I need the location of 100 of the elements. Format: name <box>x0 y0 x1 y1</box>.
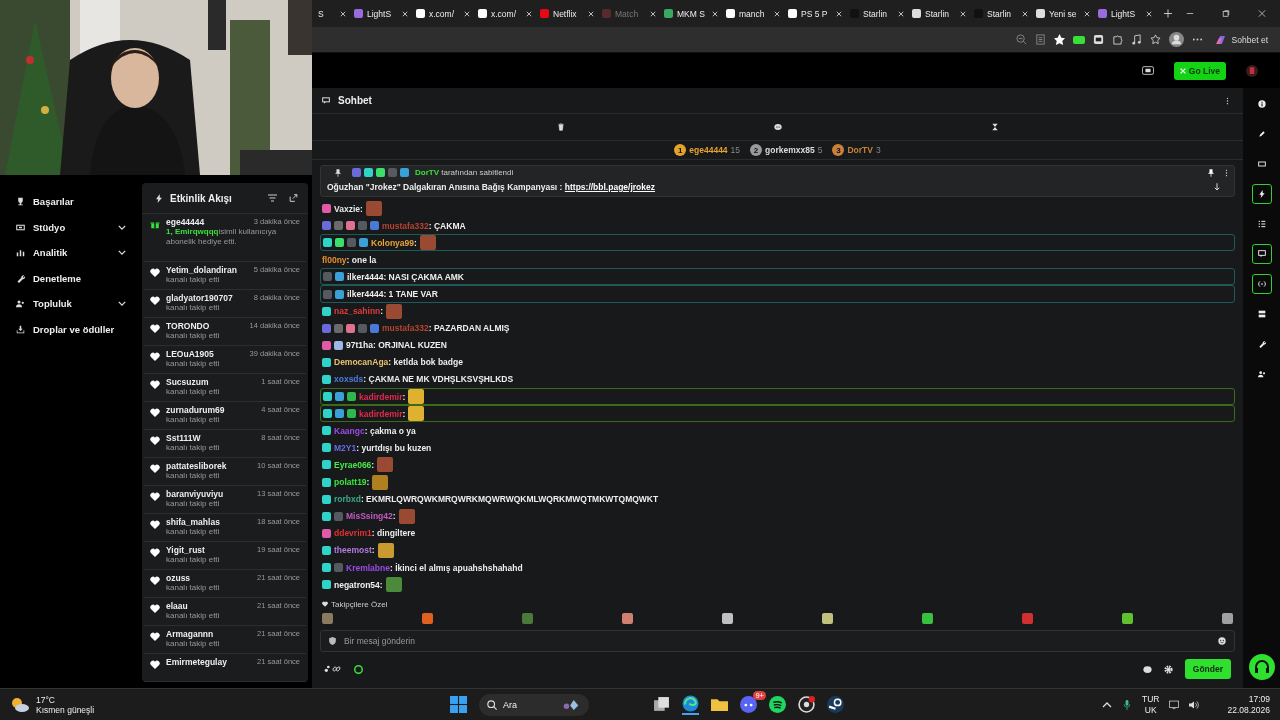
avatar-icon[interactable] <box>1168 32 1184 47</box>
username[interactable]: elaau <box>166 601 188 611</box>
close-icon[interactable] <box>340 10 346 17</box>
close-icon[interactable] <box>1084 10 1090 17</box>
emoji-icon[interactable] <box>1218 637 1226 645</box>
favorites-icon[interactable] <box>1149 34 1161 45</box>
username[interactable]: Sucsuzum <box>166 377 209 387</box>
close-icon[interactable] <box>402 10 408 17</box>
monitor-icon[interactable] <box>1169 699 1180 710</box>
emote-icon[interactable] <box>722 612 733 624</box>
close-icon[interactable] <box>1258 9 1266 18</box>
browser-tab[interactable]: PS 5 P <box>784 2 846 25</box>
close-icon[interactable] <box>712 10 718 17</box>
message-field[interactable]: Bir mesaj gönderin <box>320 630 1235 652</box>
status-icon[interactable] <box>354 664 363 674</box>
folder-icon[interactable] <box>711 696 728 713</box>
username[interactable]: zurnadurum69 <box>166 405 225 415</box>
close-icon[interactable] <box>526 10 532 17</box>
username[interactable]: Kolonya99 <box>371 237 414 248</box>
task-view-icon[interactable] <box>653 696 670 713</box>
username[interactable]: Kremlabne <box>346 562 390 573</box>
browser-tab[interactable]: LightS <box>350 2 412 25</box>
chat-app-icon[interactable] <box>740 696 757 713</box>
username[interactable]: Yetim_dolandiran <box>166 265 237 275</box>
close-icon[interactable] <box>960 10 966 17</box>
weather-icon[interactable] <box>10 696 30 713</box>
username[interactable]: Yigit_rust <box>166 545 205 555</box>
close-icon[interactable] <box>464 10 470 17</box>
link[interactable]: https://bbl.page/jrokez <box>564 182 655 192</box>
username[interactable]: rorbxd <box>334 494 361 505</box>
more-icon[interactable] <box>1226 96 1229 105</box>
clock[interactable]: 17:09 22.08.2026 <box>1227 693 1270 716</box>
close-icon[interactable] <box>836 10 842 17</box>
chat-icon[interactable] <box>1142 664 1152 674</box>
username[interactable]: shifa_mahlas <box>166 517 220 527</box>
volume-icon[interactable] <box>1189 699 1200 710</box>
browser-tab[interactable]: Starlin <box>908 2 970 25</box>
sidebar-button[interactable] <box>1251 274 1272 294</box>
username[interactable]: gorkemxx85 <box>765 145 815 155</box>
username[interactable]: Vaxzie <box>334 203 360 214</box>
emote-icon[interactable] <box>1222 612 1233 624</box>
browser-tab[interactable]: manch <box>722 2 784 25</box>
browser-tab[interactable]: MKM S <box>660 2 722 25</box>
emote-icon[interactable] <box>922 612 933 624</box>
music-icon[interactable] <box>769 696 786 713</box>
username[interactable]: LEOuA1905 <box>166 349 214 359</box>
popout-icon[interactable] <box>289 194 298 202</box>
nav-item[interactable]: Droplar ve ödüller <box>16 316 140 342</box>
microphone-icon[interactable] <box>1121 699 1132 710</box>
studio-icon[interactable] <box>1141 66 1154 75</box>
emote-icon[interactable] <box>322 612 333 624</box>
copilot-button[interactable]: Sohbet et <box>1210 33 1272 46</box>
pin-icon[interactable] <box>1208 168 1214 177</box>
emote-icon[interactable] <box>822 612 833 624</box>
username[interactable]: Emirmetegulay <box>166 657 227 667</box>
close-icon[interactable] <box>1022 10 1028 17</box>
username[interactable]: Kaangc <box>334 425 365 436</box>
browser-tab[interactable]: LightS <box>1094 2 1156 25</box>
username[interactable]: ozuss <box>166 573 191 583</box>
emote-icon[interactable] <box>422 612 433 624</box>
search-field[interactable]: Ara <box>479 693 589 716</box>
new-tab-icon[interactable] <box>1164 9 1172 18</box>
username[interactable]: gladyator190707 <box>166 293 233 303</box>
settings-icon[interactable] <box>1163 664 1173 674</box>
browser-tab[interactable]: Yeni se <box>1032 2 1094 25</box>
username[interactable]: ege44444 <box>166 217 205 227</box>
close-icon[interactable] <box>774 10 780 17</box>
browser-tab[interactable]: Starlin <box>970 2 1032 25</box>
reader-icon[interactable] <box>1034 34 1046 45</box>
username[interactable]: DorTV <box>847 145 873 155</box>
nav-item[interactable]: Başarılar <box>16 189 140 215</box>
browser-icon[interactable] <box>682 694 699 715</box>
username[interactable]: polatt19 <box>334 477 367 488</box>
username[interactable]: pattatesliborek <box>166 461 227 471</box>
more-icon[interactable] <box>1225 168 1228 177</box>
browser-tab[interactable]: Starlin <box>846 2 908 25</box>
sidebar-button[interactable] <box>1251 244 1272 264</box>
language-indicator[interactable]: TUR UK <box>1141 693 1160 716</box>
close-icon[interactable] <box>650 10 656 17</box>
emote-icon[interactable] <box>622 612 633 624</box>
username[interactable]: ege44444 <box>689 145 728 155</box>
message-input[interactable]: Bir mesaj gönderin <box>342 635 1212 647</box>
recorder-icon[interactable] <box>798 696 815 713</box>
send-button[interactable]: Gönder <box>1184 659 1231 679</box>
close-icon[interactable] <box>898 10 904 17</box>
zoom-icon[interactable] <box>1015 34 1027 45</box>
username[interactable]: Sst111W <box>166 433 201 443</box>
chat-bubble-icon[interactable] <box>773 123 782 131</box>
username[interactable]: MisSsing42 <box>346 511 393 522</box>
extension-icon[interactable] <box>1072 35 1085 44</box>
arrow-down-icon[interactable] <box>1214 183 1220 191</box>
close-icon[interactable] <box>588 10 594 17</box>
emote-icon[interactable] <box>1122 612 1133 624</box>
go-live-button[interactable]: Go Live <box>1173 61 1226 80</box>
username[interactable]: ddevrim1 <box>334 528 372 539</box>
username[interactable]: negatron54 <box>334 579 380 590</box>
puzzle-icon[interactable] <box>1111 34 1123 45</box>
nav-item[interactable]: Topluluk <box>16 291 140 317</box>
browser-tab[interactable]: x.com/ <box>412 2 474 25</box>
nav-item[interactable]: Stüdyo <box>16 214 140 240</box>
